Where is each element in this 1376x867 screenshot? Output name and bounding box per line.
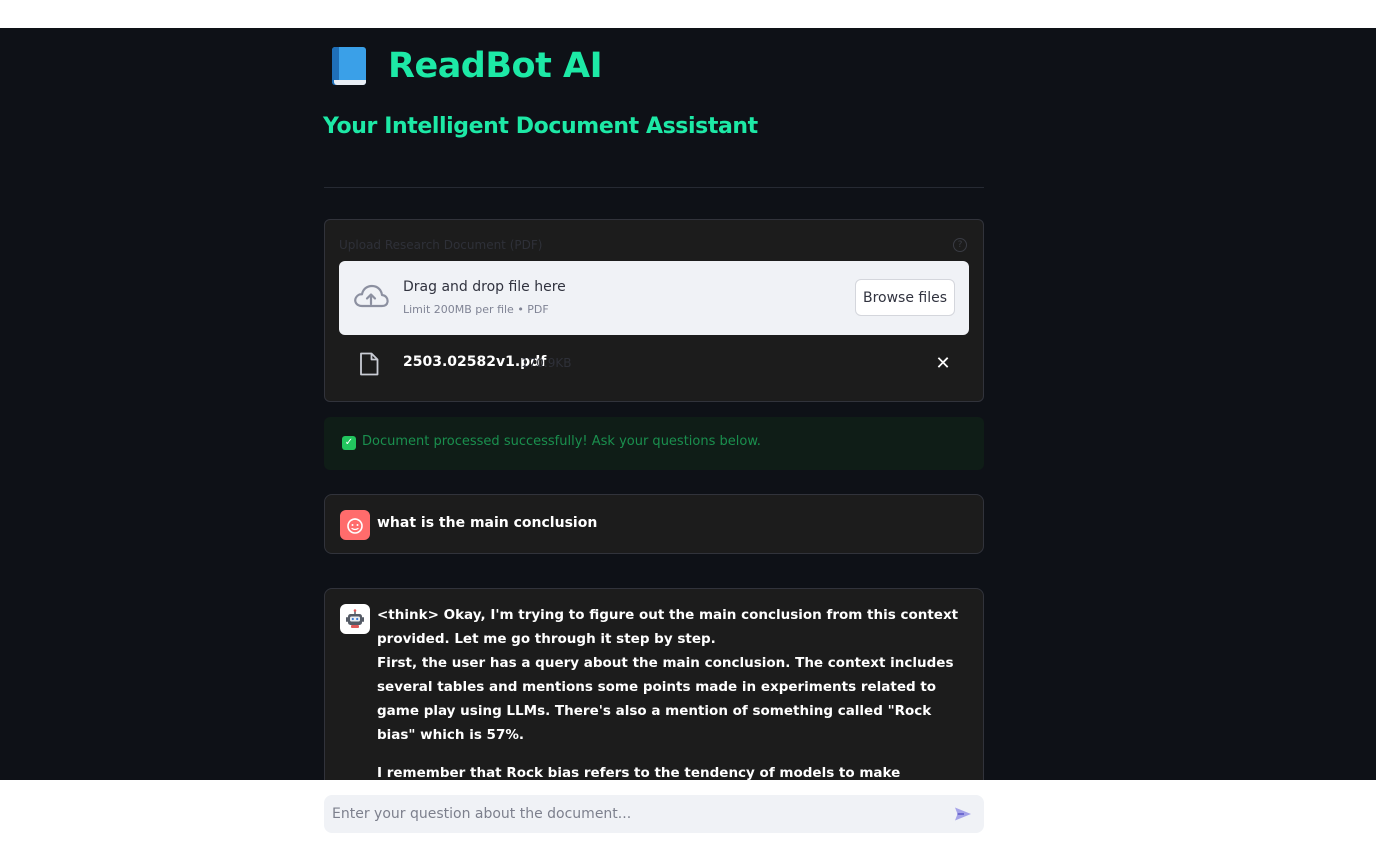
user-message: what is the main conclusion — [324, 494, 984, 554]
help-icon[interactable]: ? — [953, 238, 967, 252]
chat-input-container — [324, 795, 984, 833]
browser-top-strip — [0, 0, 1376, 28]
assistant-message-body: <think> Okay, I'm trying to figure out t… — [377, 603, 967, 780]
assistant-message: <think> Okay, I'm trying to figure out t… — [324, 588, 984, 780]
uploader-label: Upload Research Document (PDF) — [339, 238, 543, 252]
user-avatar-icon — [340, 510, 370, 540]
divider — [324, 187, 984, 188]
check-icon: ✓ — [342, 436, 356, 450]
assistant-paragraph: <think> Okay, I'm trying to figure out t… — [377, 607, 959, 647]
send-icon[interactable] — [954, 806, 972, 822]
cloud-upload-icon — [354, 284, 389, 308]
close-icon[interactable]: ✕ — [933, 354, 953, 374]
app-title: ReadBot AI — [332, 42, 603, 90]
dropzone-title: Drag and drop file here — [403, 279, 566, 295]
robot-avatar-icon — [340, 604, 370, 634]
success-text: Document processed successfully! Ask you… — [362, 434, 761, 449]
success-alert: ✓ Document processed successfully! Ask y… — [324, 417, 984, 470]
app-main: ReadBot AI Your Intelligent Document Ass… — [0, 28, 1376, 780]
app-subtitle: Your Intelligent Document Assistant — [323, 114, 758, 139]
user-message-text: what is the main conclusion — [377, 515, 598, 531]
uploaded-file: 2503.02582v1.pdf 170.9KB ✕ — [339, 348, 969, 380]
dropzone[interactable]: Drag and drop file here Limit 200MB per … — [339, 261, 969, 335]
file-uploader: Upload Research Document (PDF) ? Drag an… — [324, 219, 984, 402]
assistant-paragraph: First, the user has a query about the ma… — [377, 655, 954, 743]
assistant-paragraph: I remember that Rock bias refers to the … — [377, 765, 901, 780]
book-icon — [332, 47, 366, 85]
app-title-text: ReadBot AI — [388, 46, 603, 86]
browse-files-button[interactable]: Browse files — [855, 279, 955, 316]
file-size: 170.9KB — [521, 356, 572, 370]
file-icon — [360, 352, 379, 376]
dropzone-limit: Limit 200MB per file • PDF — [403, 303, 549, 316]
chat-input-bar — [0, 780, 1376, 867]
chat-input[interactable] — [332, 795, 942, 833]
